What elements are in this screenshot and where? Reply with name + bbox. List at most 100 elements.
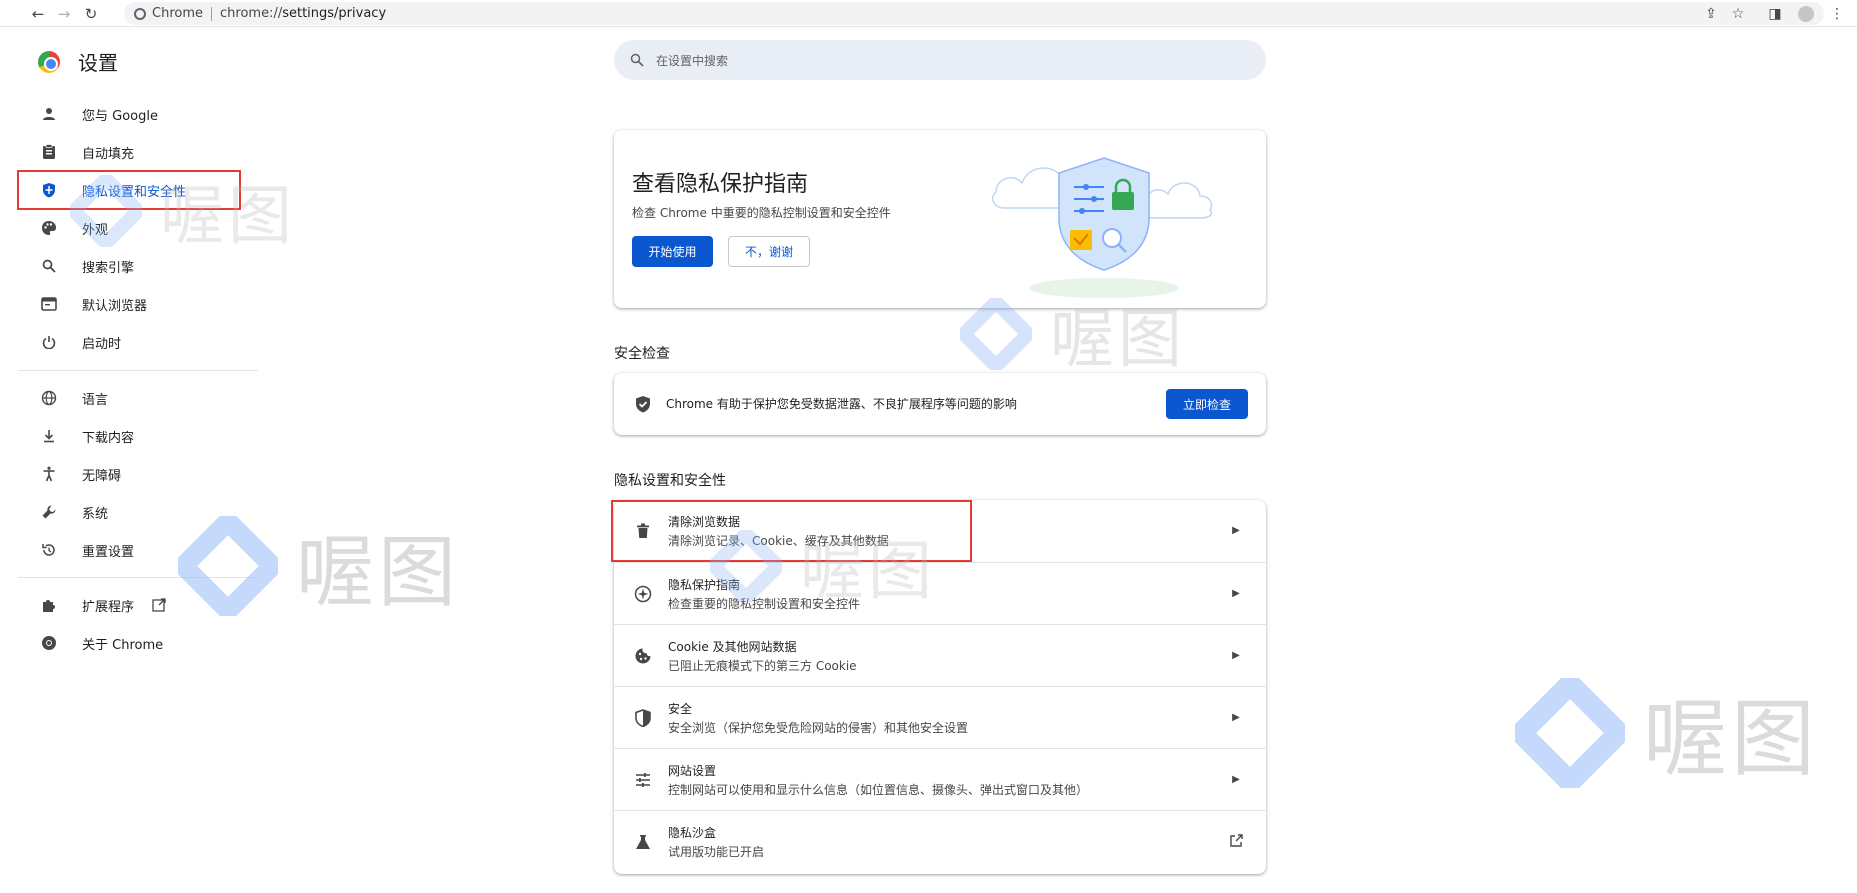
row-privacy-sandbox[interactable]: 隐私沙盒 试用版功能已开启 <box>614 810 1266 872</box>
watermark: 喔图 <box>960 288 1186 380</box>
privacy-guide-card: 查看隐私保护指南 检查 Chrome 中重要的隐私控制设置和安全控件 开始使用 … <box>614 130 1266 308</box>
sidebar-item-default-browser[interactable]: 默认浏览器 <box>40 292 147 316</box>
sidebar-divider <box>18 370 258 371</box>
compass-icon <box>632 583 654 605</box>
external-link-icon <box>152 598 166 612</box>
arrow-right-icon: ▶ <box>1232 649 1240 661</box>
reload-icon[interactable]: ↻ <box>80 3 102 25</box>
watermark-text: 喔图 <box>1050 303 1186 377</box>
watermark-logo-icon <box>960 298 1032 370</box>
back-arrow-icon[interactable]: ← <box>27 3 49 25</box>
watermark-text: 喔图 <box>800 535 936 609</box>
chrome-icon <box>40 634 58 652</box>
get-started-button[interactable]: 开始使用 <box>632 236 713 267</box>
reset-icon <box>40 541 58 559</box>
row-security[interactable]: 安全 安全浏览（保护您免受危险网站的侵害）和其他安全设置 ▶ <box>614 686 1266 748</box>
row-cookies[interactable]: Cookie 及其他网站数据 已阻止无痕模式下的第三方 Cookie ▶ <box>614 624 1266 686</box>
no-thanks-button[interactable]: 不，谢谢 <box>728 236 810 267</box>
privacy-security-heading: 隐私设置和安全性 <box>614 473 726 489</box>
sidebar-item-reset-settings[interactable]: 重置设置 <box>40 538 134 562</box>
wrench-icon <box>40 503 58 521</box>
sidebar-item-extensions[interactable]: 扩展程序 <box>40 593 166 617</box>
sidebar-item-on-startup[interactable]: 启动时 <box>40 330 121 354</box>
sidebar-item-label: 系统 <box>82 506 109 522</box>
sidebar-item-autofill[interactable]: 自动填充 <box>40 140 134 164</box>
star-icon[interactable]: ☆ <box>1727 3 1749 25</box>
sidebar-item-label: 无障碍 <box>82 468 122 484</box>
external-link-icon <box>1228 833 1244 849</box>
forward-arrow-icon[interactable]: → <box>53 3 75 25</box>
sidebar-item-label: 搜索引擎 <box>82 260 135 276</box>
site-chip[interactable]: Chrome <box>134 6 203 21</box>
accessibility-icon <box>40 465 58 483</box>
sidebar-item-languages[interactable]: 语言 <box>40 386 108 410</box>
watermark: 喔图 <box>70 165 296 257</box>
settings-search[interactable]: 在设置中搜索 <box>614 40 1266 80</box>
row-site-settings[interactable]: 网站设置 控制网站可以使用和显示什么信息（如位置信息、摄像头、弹出式窗口及其他）… <box>614 748 1266 810</box>
sidebar-item-system[interactable]: 系统 <box>40 500 108 524</box>
search-icon <box>630 53 644 67</box>
watermark: 喔图 <box>1515 672 1819 793</box>
row-title: 隐私沙盒 <box>668 826 717 840</box>
security-shield-icon <box>632 707 654 729</box>
row-title: 网站设置 <box>668 764 717 778</box>
page-title: 设置 <box>78 51 118 75</box>
site-chip-label: Chrome <box>152 6 203 21</box>
watermark: 喔图 <box>178 510 460 622</box>
share-icon[interactable]: ⇪ <box>1700 3 1722 25</box>
download-icon <box>40 427 58 445</box>
sidebar-item-label: 您与 Google <box>82 108 158 124</box>
arrow-right-icon: ▶ <box>1232 524 1240 536</box>
sidebar-item-search-engine[interactable]: 搜索引擎 <box>40 254 134 278</box>
url-path: settings/privacy <box>282 6 387 21</box>
watermark-logo-icon <box>1515 677 1625 788</box>
arrow-right-icon: ▶ <box>1232 773 1240 785</box>
watermark-logo-icon <box>70 175 142 247</box>
safety-check-heading: 安全检查 <box>614 346 670 362</box>
url-scheme: chrome:// <box>220 6 283 21</box>
sidebar-item-label: 关于 Chrome <box>82 637 164 653</box>
sidebar-item-downloads[interactable]: 下载内容 <box>40 424 134 448</box>
person-icon <box>40 105 58 123</box>
privacy-guide-subtitle: 检查 Chrome 中重要的隐私控制设置和安全控件 <box>632 206 891 220</box>
watermark-logo-icon <box>710 530 782 602</box>
power-icon <box>40 333 58 351</box>
sidebar-item-label: 重置设置 <box>82 544 135 560</box>
safety-check-card: Chrome 有助于保护您免受数据泄露、不良扩展程序等问题的影响 立即检查 <box>614 373 1266 435</box>
watermark-text: 喔图 <box>296 528 461 618</box>
sidebar-item-label: 语言 <box>82 392 109 408</box>
sidebar-item-label: 扩展程序 <box>82 599 135 615</box>
search-icon <box>40 257 58 275</box>
menu-kebab-icon[interactable]: ⋮ <box>1826 3 1848 25</box>
chrome-icon <box>134 7 146 20</box>
safety-check-description: Chrome 有助于保护您免受数据泄露、不良扩展程序等问题的影响 <box>666 397 1017 411</box>
profile-avatar-icon[interactable] <box>1795 3 1817 25</box>
address-separator <box>211 6 212 21</box>
sidebar-item-label: 默认浏览器 <box>82 298 148 314</box>
watermark-text: 喔图 <box>160 180 296 254</box>
watermark-logo-icon <box>178 516 278 616</box>
palette-icon <box>40 219 58 237</box>
sidebar-item-about-chrome[interactable]: 关于 Chrome <box>40 631 163 655</box>
privacy-guide-title: 查看隐私保护指南 <box>632 172 809 197</box>
side-panel-icon[interactable]: ◨ <box>1764 3 1786 25</box>
check-now-button[interactable]: 立即检查 <box>1166 389 1248 419</box>
sidebar-item-accessibility[interactable]: 无障碍 <box>40 462 121 486</box>
cookie-icon <box>632 645 654 667</box>
browser-icon <box>40 295 58 313</box>
row-subtitle: 试用版功能已开启 <box>668 845 765 859</box>
row-title: 安全 <box>668 702 693 716</box>
shield-check-icon <box>632 393 654 415</box>
sidebar-item-you-and-google[interactable]: 您与 Google <box>40 102 158 126</box>
row-title: Cookie 及其他网站数据 <box>668 640 797 654</box>
flask-icon <box>632 831 654 853</box>
chrome-logo-icon <box>38 50 60 73</box>
settings-brand: 设置 <box>38 47 118 76</box>
puzzle-icon <box>40 596 58 614</box>
address-bar[interactable]: Chrome chrome://settings/privacy <box>124 2 1824 25</box>
search-placeholder: 在设置中搜索 <box>656 53 729 68</box>
globe-icon <box>40 389 58 407</box>
arrow-right-icon: ▶ <box>1232 711 1240 723</box>
row-subtitle: 控制网站可以使用和显示什么信息（如位置信息、摄像头、弹出式窗口及其他） <box>668 783 1089 797</box>
watermark-text: 喔图 <box>1643 690 1820 788</box>
